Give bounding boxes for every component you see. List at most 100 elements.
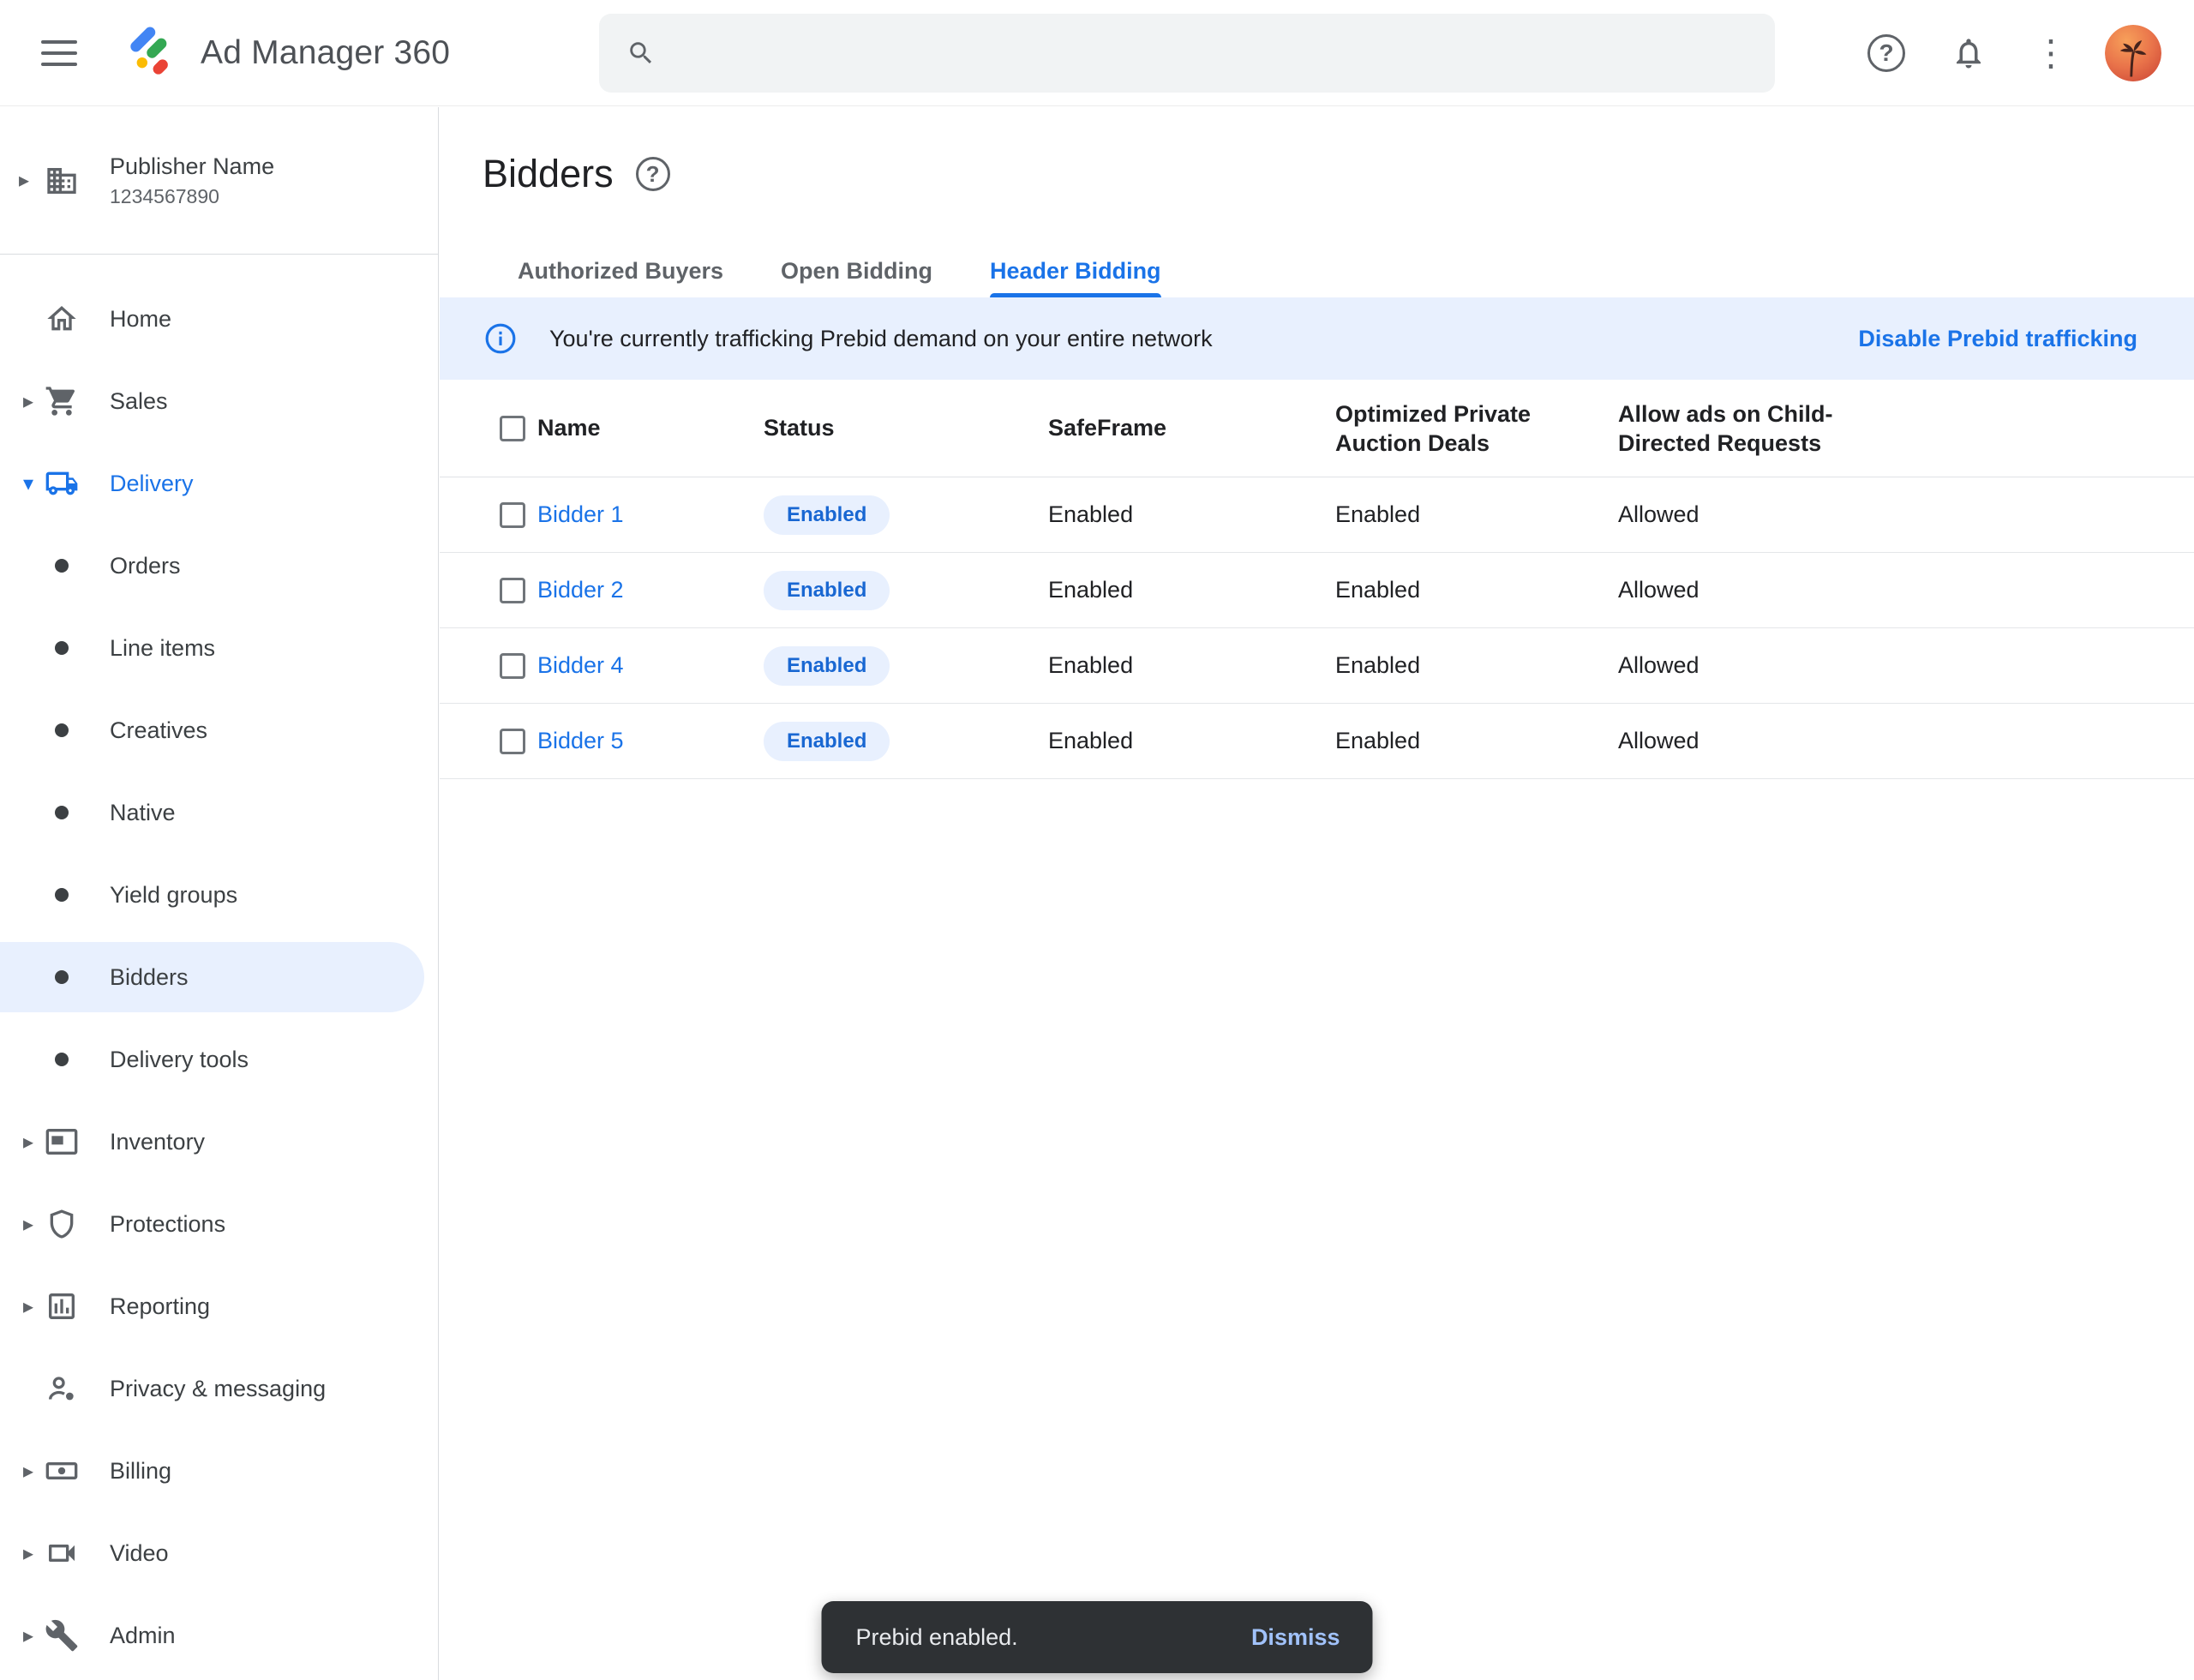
avatar-image — [2105, 25, 2161, 81]
vertical-dots-icon: ⋮ — [2033, 35, 2069, 71]
safeframe-value: Enabled — [1048, 652, 1335, 679]
status-badge: Enabled — [764, 571, 890, 610]
hamburger-menu-icon[interactable] — [31, 25, 87, 81]
publisher-selector[interactable]: ▸ Publisher Name 1234567890 — [0, 107, 438, 255]
status-badge: Enabled — [764, 722, 890, 761]
sidebar-item-line-items[interactable]: Line items — [0, 607, 438, 689]
snackbar: Prebid enabled. Dismiss — [822, 1601, 1373, 1673]
sidebar-item-native[interactable]: Native — [0, 771, 438, 854]
bidder-link[interactable]: Bidder 2 — [537, 577, 624, 603]
sidebar-item-sales[interactable]: ▸ Sales — [0, 360, 438, 442]
bidder-link[interactable]: Bidder 4 — [537, 652, 624, 678]
page-help-icon[interactable]: ? — [636, 157, 670, 191]
sidebar-item-protections[interactable]: ▸ Protections — [0, 1183, 438, 1265]
row-checkbox[interactable] — [500, 653, 525, 679]
row-checkbox[interactable] — [500, 729, 525, 754]
main-content: Bidders ? Authorized Buyers Open Bidding… — [440, 107, 2194, 779]
child-directed-value: Allowed — [1618, 728, 2194, 754]
sidebar-item-admin[interactable]: ▸ Admin — [0, 1594, 438, 1677]
help-button[interactable]: ? — [1858, 25, 1915, 81]
private-auction-value: Enabled — [1335, 652, 1618, 679]
bullet-icon — [55, 888, 69, 902]
table-row: Bidder 4 Enabled Enabled Enabled Allowed — [440, 628, 2194, 704]
tab-bar: Authorized Buyers Open Bidding Header Bi… — [440, 258, 2194, 297]
sidebar-item-billing[interactable]: ▸ Billing — [0, 1430, 438, 1512]
row-checkbox[interactable] — [500, 578, 525, 603]
wrench-icon — [45, 1618, 79, 1653]
snackbar-message: Prebid enabled. — [856, 1624, 1229, 1651]
nav-list: Home ▸ Sales ▾ Delivery Orders Line item… — [0, 255, 438, 1677]
more-options-button[interactable]: ⋮ — [2023, 25, 2079, 81]
shield-icon — [45, 1207, 79, 1241]
column-header-status: Status — [764, 415, 1048, 441]
disable-prebid-link[interactable]: Disable Prebid trafficking — [1858, 326, 2137, 352]
sidebar-item-delivery[interactable]: ▾ Delivery — [0, 442, 438, 525]
row-checkbox[interactable] — [500, 502, 525, 528]
building-icon — [45, 164, 79, 198]
column-header-safeframe: SafeFrame — [1048, 415, 1335, 441]
sidebar-item-home[interactable]: Home — [0, 278, 438, 360]
sidebar-item-delivery-tools[interactable]: Delivery tools — [0, 1018, 438, 1101]
sidebar-item-video[interactable]: ▸ Video — [0, 1512, 438, 1594]
ad-manager-logo-icon — [123, 25, 180, 81]
snackbar-dismiss-button[interactable]: Dismiss — [1229, 1611, 1363, 1665]
column-header-name: Name — [537, 415, 764, 441]
child-directed-value: Allowed — [1618, 652, 2194, 679]
table-header: Name Status SafeFrame Optimized Private … — [440, 380, 2194, 477]
sidebar-item-inventory[interactable]: ▸ Inventory — [0, 1101, 438, 1183]
person-badge-icon — [45, 1371, 79, 1406]
table-row: Bidder 2 Enabled Enabled Enabled Allowed — [440, 553, 2194, 628]
topbar-actions: ? ⋮ — [1858, 0, 2161, 106]
expand-arrow-icon: ▸ — [19, 1541, 38, 1566]
sidebar-item-reporting[interactable]: ▸ Reporting — [0, 1265, 438, 1347]
safeframe-value: Enabled — [1048, 728, 1335, 754]
child-directed-value: Allowed — [1618, 501, 2194, 528]
sidebar-nav: ▸ Publisher Name 1234567890 Home ▸ Sales… — [0, 107, 439, 1680]
product-name: Ad Manager 360 — [201, 34, 450, 72]
banner-message: You're currently trafficking Prebid dema… — [549, 326, 1858, 352]
bullet-icon — [55, 806, 69, 819]
sidebar-item-creatives[interactable]: Creatives — [0, 689, 438, 771]
expand-arrow-icon: ▸ — [19, 389, 38, 414]
help-icon: ? — [1867, 34, 1905, 72]
select-all-checkbox[interactable] — [500, 416, 525, 441]
search-bar[interactable] — [599, 14, 1775, 93]
safeframe-value: Enabled — [1048, 501, 1335, 528]
collapse-arrow-icon: ▾ — [19, 471, 38, 496]
inventory-icon — [45, 1125, 79, 1159]
home-icon — [45, 302, 79, 336]
bullet-icon — [55, 1053, 69, 1066]
child-directed-value: Allowed — [1618, 577, 2194, 603]
publisher-name: Publisher Name — [110, 153, 274, 180]
payments-icon — [45, 1454, 79, 1488]
sidebar-item-bidders[interactable]: Bidders — [0, 936, 438, 1018]
safeframe-value: Enabled — [1048, 577, 1335, 603]
bell-icon — [1951, 35, 1987, 71]
table-row: Bidder 5 Enabled Enabled Enabled Allowed — [440, 704, 2194, 779]
bullet-icon — [55, 641, 69, 655]
cart-icon — [45, 384, 79, 418]
publisher-id: 1234567890 — [110, 185, 274, 208]
private-auction-value: Enabled — [1335, 577, 1618, 603]
bullet-icon — [55, 723, 69, 737]
search-input[interactable] — [676, 14, 1754, 93]
tab-authorized-buyers[interactable]: Authorized Buyers — [518, 258, 723, 297]
sidebar-item-yield-groups[interactable]: Yield groups — [0, 854, 438, 936]
bullet-icon — [55, 970, 69, 984]
expand-arrow-icon: ▸ — [19, 1459, 38, 1484]
sidebar-item-privacy-messaging[interactable]: Privacy & messaging — [0, 1347, 438, 1430]
tab-header-bidding[interactable]: Header Bidding — [990, 258, 1161, 297]
column-header-child-directed: Allow ads on Child-Directed Requests — [1618, 399, 1837, 458]
bidder-link[interactable]: Bidder 1 — [537, 501, 624, 527]
expand-arrow-icon: ▸ — [19, 1623, 38, 1648]
expand-arrow-icon: ▸ — [19, 1212, 38, 1237]
tab-open-bidding[interactable]: Open Bidding — [781, 258, 932, 297]
bar-chart-icon — [45, 1289, 79, 1323]
top-app-bar: Ad Manager 360 ? ⋮ — [0, 0, 2194, 106]
bidder-link[interactable]: Bidder 5 — [537, 728, 624, 753]
account-avatar[interactable] — [2105, 25, 2161, 81]
notifications-button[interactable] — [1940, 25, 1997, 81]
sidebar-item-orders[interactable]: Orders — [0, 525, 438, 607]
search-icon — [626, 39, 656, 68]
expand-arrow-icon: ▸ — [19, 1130, 38, 1155]
